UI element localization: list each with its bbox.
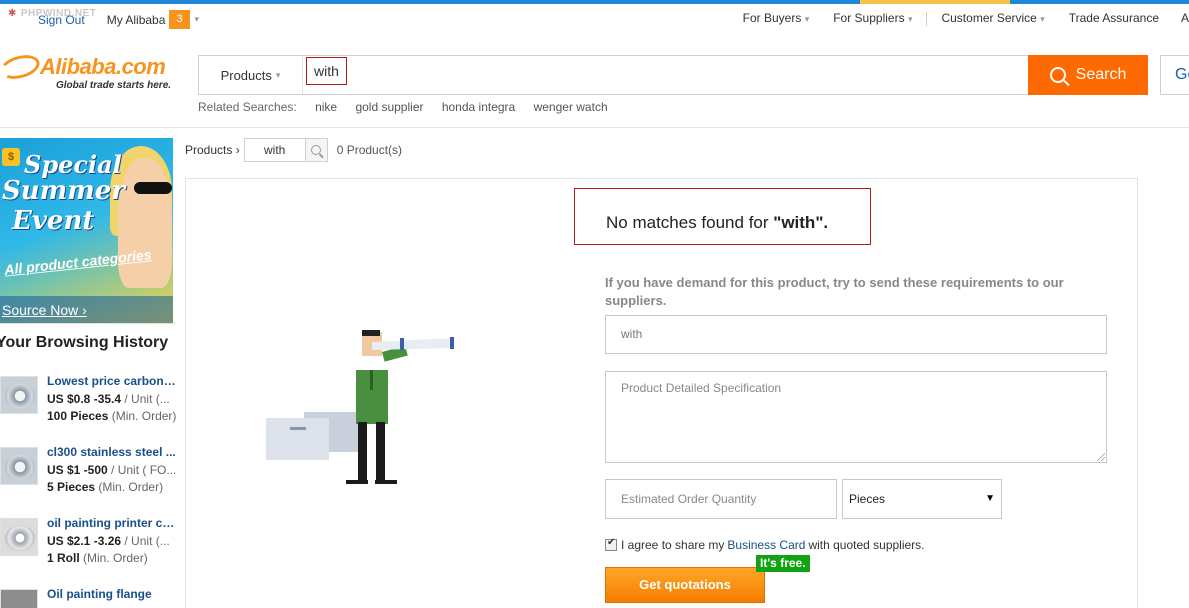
telescope-man-illustration — [266, 330, 454, 484]
chevron-down-icon[interactable]: ▾ — [195, 14, 200, 25]
min-order: 5 Pieces (Min. Order) — [47, 480, 164, 494]
related-search-link[interactable]: gold supplier — [355, 100, 423, 114]
business-card-link[interactable]: Business Card — [727, 538, 805, 552]
telescope-band — [400, 338, 404, 350]
man-tie — [370, 370, 373, 390]
breadcrumb-products[interactable]: Products › — [185, 143, 240, 157]
for-suppliers-link[interactable]: For Suppliers ▾ — [833, 11, 912, 26]
product-price: US $0.8 -35.4 / Unit (... — [47, 392, 170, 406]
summer-event-banner[interactable]: $ Special Summer Event All product categ… — [0, 138, 173, 323]
share-card-agreement: I agree to share my Business Card with q… — [605, 537, 925, 552]
side-action-button[interactable]: Ge — [1160, 55, 1189, 95]
history-item[interactable]: Oil painting flange — [0, 587, 180, 608]
rfq-prompt: If you have demand for this product, try… — [605, 275, 1064, 308]
product-thumbnail[interactable] — [0, 376, 38, 414]
banner-model — [118, 158, 172, 288]
history-item[interactable]: cl300 stainless steel ... US $1 -500 / U… — [0, 445, 180, 505]
quantity-unit-select[interactable]: Pieces ▼ — [842, 479, 1002, 519]
for-buyers-link[interactable]: For Buyers ▾ — [743, 11, 810, 26]
message-count-badge[interactable]: 3 — [169, 10, 190, 29]
order-quantity-field[interactable]: Estimated Order Quantity — [605, 479, 837, 519]
chevron-down-icon: ▾ — [275, 69, 281, 80]
sign-out-link[interactable]: Sign Out — [38, 13, 85, 27]
box-handle — [290, 427, 306, 430]
breadcrumb: Products › with 0 Product(s) — [185, 138, 402, 162]
man-right-shoe — [375, 480, 397, 484]
refine-search-input[interactable]: with — [243, 138, 306, 162]
browsing-history-title: Your Browsing History — [0, 334, 169, 351]
my-alibaba-link[interactable]: My Alibaba — [107, 13, 166, 27]
dollar-coin-icon: $ — [2, 148, 20, 166]
related-search-link[interactable]: nike — [315, 100, 337, 114]
its-free-badge: It's free. — [756, 555, 810, 572]
logo-swoosh-icon — [0, 51, 43, 83]
product-name-link[interactable]: Oil painting flange — [47, 587, 177, 601]
chevron-down-icon: ▾ — [907, 14, 913, 24]
get-quotations-button[interactable]: Get quotations — [605, 567, 765, 603]
divider — [0, 323, 176, 324]
telescope-lens — [450, 337, 454, 349]
telescope-icon — [372, 338, 454, 350]
resize-handle-icon[interactable] — [1097, 453, 1105, 461]
no-matches-message: No matches found for "with". — [574, 188, 871, 245]
history-item[interactable]: oil painting printer ca... US $2.1 -3.26… — [0, 516, 180, 576]
related-search-link[interactable]: honda integra — [442, 100, 515, 114]
alibaba-logo[interactable]: Alibaba.com Global trade starts here. — [0, 51, 186, 100]
man-left-shoe — [346, 480, 368, 484]
box-front — [266, 418, 329, 460]
site-header: Alibaba.com Global trade starts here. Pr… — [0, 34, 1189, 128]
related-searches: Related Searches: nike gold supplier hon… — [198, 100, 608, 114]
nav-divider — [926, 12, 928, 26]
product-thumbnail[interactable] — [0, 589, 38, 608]
product-spec-textarea[interactable]: Product Detailed Specification — [605, 371, 1107, 463]
overflow-nav-link[interactable]: A — [1181, 11, 1189, 26]
sunglasses-icon — [134, 182, 172, 194]
min-order: 100 Pieces (Min. Order) — [47, 409, 177, 423]
man-hair — [362, 330, 380, 336]
search-icon — [1049, 67, 1066, 83]
product-name-field[interactable]: with — [605, 315, 1107, 354]
customer-service-link[interactable]: Customer Service ▾ — [941, 11, 1044, 26]
agree-checkbox[interactable] — [605, 537, 617, 551]
search-bar: Products ▾ with — [198, 55, 1028, 95]
search-button[interactable]: Search — [1028, 55, 1148, 95]
product-name-link[interactable]: Lowest price carbon s... — [47, 374, 177, 388]
product-thumbnail[interactable] — [0, 518, 38, 556]
search-input[interactable]: with — [306, 57, 347, 85]
dropdown-arrow-icon: ▼ — [985, 493, 995, 504]
history-item[interactable]: Lowest price carbon s... US $0.8 -35.4 /… — [0, 374, 180, 434]
product-price: US $1 -500 / Unit ( FO... — [47, 463, 177, 477]
min-order: 1 Roll (Min. Order) — [47, 551, 148, 565]
refine-search-button[interactable] — [305, 138, 328, 162]
product-name-link[interactable]: oil painting printer ca... — [47, 516, 177, 530]
top-navigation: PHPWIND.NET Sign Out My Alibaba 3 ▾ For … — [0, 4, 1189, 34]
related-search-link[interactable]: wenger watch — [534, 100, 608, 114]
search-category-select[interactable]: Products ▾ — [199, 56, 303, 94]
search-icon — [311, 145, 322, 155]
product-price: US $2.1 -3.26 / Unit (... — [47, 534, 170, 548]
source-now-strip[interactable]: Source Now › — [0, 296, 173, 323]
trade-assurance-link[interactable]: Trade Assurance — [1069, 11, 1159, 26]
product-name-link[interactable]: cl300 stainless steel ... — [47, 445, 177, 459]
man-right-leg — [376, 422, 385, 482]
man-left-leg — [358, 422, 367, 482]
result-count: 0 Product(s) — [336, 143, 403, 157]
product-thumbnail[interactable] — [0, 447, 38, 485]
